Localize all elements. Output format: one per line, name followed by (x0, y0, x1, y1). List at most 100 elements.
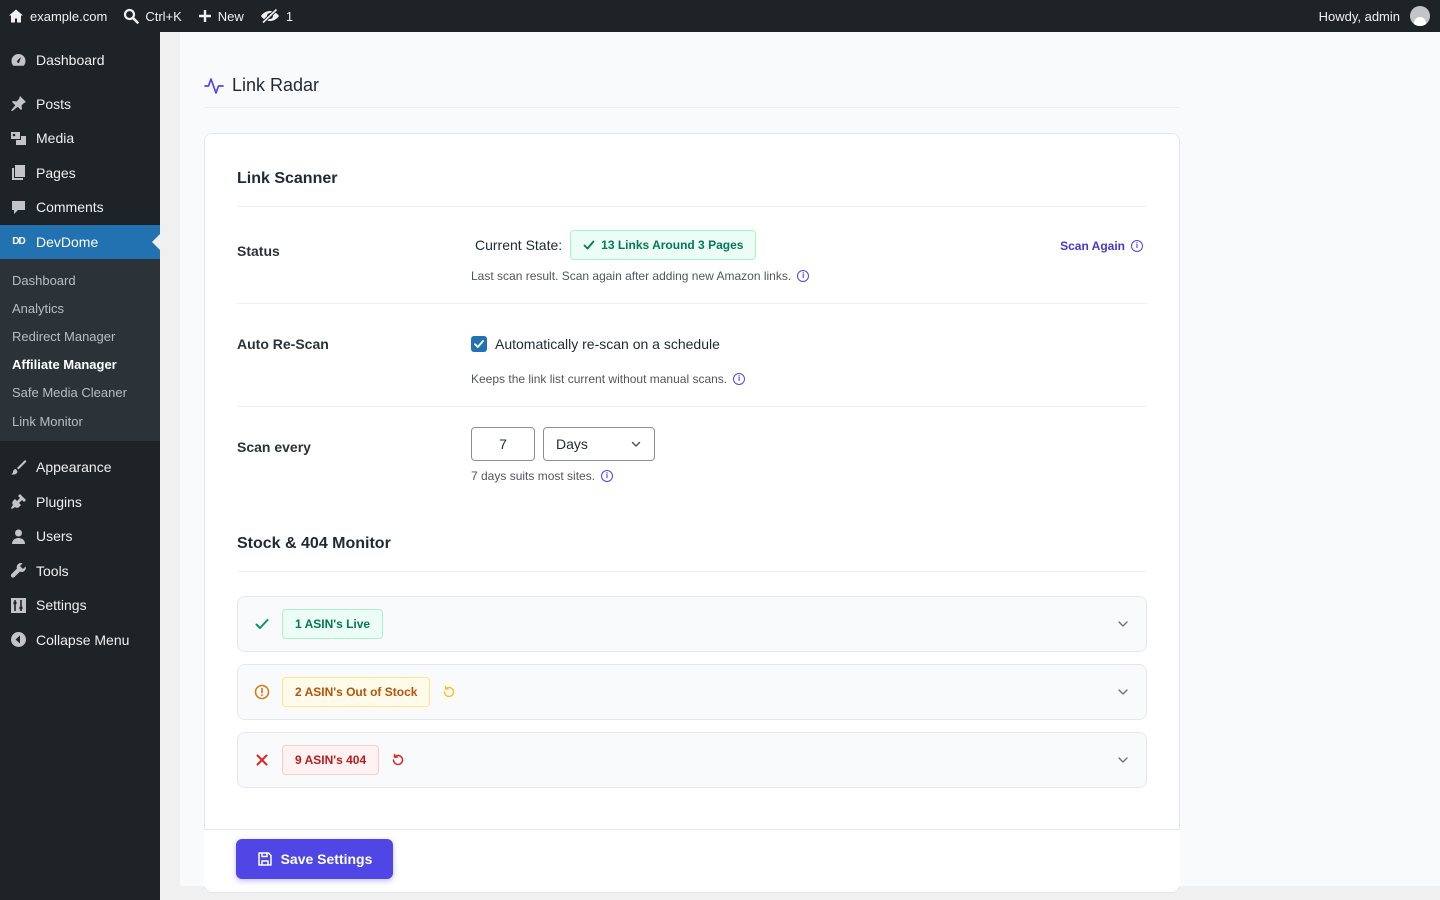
page-title: Link Radar (232, 75, 320, 95)
menu-appearance[interactable]: Appearance (0, 450, 160, 485)
menu-label: DevDome (36, 233, 99, 250)
search-shortcut: Ctrl+K (145, 8, 182, 24)
accordion-out-of-stock[interactable]: 2 ASIN's Out of Stock (237, 664, 1147, 720)
submenu-affiliate-manager[interactable]: Affiliate Manager (0, 351, 160, 379)
scan-interval-input[interactable]: 7 (471, 427, 535, 461)
check-icon (583, 240, 595, 250)
devdome-logo-icon: DD (12, 236, 25, 248)
info-icon[interactable]: i (601, 470, 614, 482)
divider (237, 406, 1147, 407)
menu-label: Media (36, 130, 75, 147)
auto-rescan-option[interactable]: Automatically re-scan on a schedule (471, 336, 720, 352)
menu-users[interactable]: Users (0, 519, 160, 554)
current-state: Current State: 13 Links Around 3 Pages (475, 230, 757, 260)
plugin-icon (10, 493, 27, 510)
save-settings-label: Save Settings (280, 851, 373, 867)
howdy-text: Howdy, admin (1318, 8, 1400, 24)
sticky-footer: Save Settings (204, 829, 1180, 886)
media-icon (10, 130, 27, 147)
not-found-badge: 9 ASIN's 404 (282, 745, 380, 775)
menu-settings[interactable]: Settings (0, 588, 160, 623)
site-name-link[interactable]: example.com (0, 0, 115, 32)
save-settings-button[interactable]: Save Settings (236, 839, 393, 879)
menu-label: Users (36, 528, 73, 545)
hidden-items-toggle[interactable]: 1 (252, 0, 301, 32)
out-of-stock-badge: 2 ASIN's Out of Stock (282, 677, 431, 707)
menu-label: Dashboard (36, 52, 105, 69)
menu-posts[interactable]: Posts (0, 87, 160, 122)
eye-slash-icon (260, 8, 279, 24)
menu-label: Tools (36, 562, 69, 579)
scan-result-badge: 13 Links Around 3 Pages (570, 230, 757, 260)
accordion-live[interactable]: 1 ASIN's Live (237, 596, 1147, 652)
scan-interval-unit-select[interactable]: Days (543, 427, 655, 461)
hidden-count: 1 (285, 8, 294, 24)
new-content-button[interactable]: New (190, 0, 252, 32)
info-icon[interactable]: i (1131, 240, 1143, 252)
menu-label: Comments (36, 199, 104, 216)
submenu-analytics[interactable]: Analytics (0, 294, 160, 322)
accordion-404[interactable]: 9 ASIN's 404 (237, 732, 1147, 788)
checkmark-icon (474, 340, 484, 348)
current-state-label: Current State: (475, 237, 563, 253)
pages-icon (10, 164, 27, 181)
scan-again-label: Scan Again (1060, 239, 1125, 253)
auto-rescan-checkbox[interactable] (471, 336, 487, 352)
info-icon[interactable]: i (797, 270, 810, 282)
select-value: Days (556, 436, 588, 452)
scan-every-label: Scan every (237, 439, 311, 455)
admin-bar: example.com Ctrl+K New 1 Howdy, admin (0, 0, 1440, 32)
menu-label: Appearance (36, 459, 112, 476)
menu-comments[interactable]: Comments (0, 190, 160, 225)
plus-icon (198, 10, 211, 22)
refresh-icon[interactable] (391, 753, 405, 767)
info-icon[interactable]: i (733, 373, 746, 385)
submenu-dashboard[interactable]: Dashboard (0, 266, 160, 294)
divider (237, 303, 1147, 304)
new-label: New (217, 8, 244, 24)
scan-again-button[interactable]: Scan Again i (1060, 239, 1143, 253)
home-icon (9, 9, 23, 23)
site-name: example.com (30, 8, 108, 24)
command-search[interactable]: Ctrl+K (115, 0, 189, 32)
link-scanner-title: Link Scanner (237, 170, 338, 187)
chevron-down-icon (631, 441, 641, 447)
auto-rescan-label: Auto Re-Scan (237, 336, 329, 352)
scan-result-text: 13 Links Around 3 Pages (601, 238, 744, 252)
menu-pages[interactable]: Pages (0, 156, 160, 191)
page-header: Link Radar (204, 74, 1180, 108)
activity-pulse-icon (204, 77, 224, 94)
chevron-down-icon (1118, 689, 1128, 695)
menu-tools[interactable]: Tools (0, 554, 160, 589)
submenu-redirect-manager[interactable]: Redirect Manager (0, 322, 160, 350)
scan-every-help: 7 days suits most sites. i (471, 469, 614, 483)
comment-icon (10, 199, 27, 216)
devdome-submenu: Dashboard Analytics Redirect Manager Aff… (0, 259, 160, 442)
submenu-link-monitor[interactable]: Link Monitor (0, 407, 160, 435)
settings-icon (10, 597, 27, 614)
alert-circle-icon (254, 684, 270, 700)
live-badge: 1 ASIN's Live (282, 609, 384, 639)
status-help: Last scan result. Scan again after addin… (471, 269, 810, 283)
menu-plugins[interactable]: Plugins (0, 485, 160, 520)
menu-dashboard[interactable]: Dashboard (0, 43, 160, 78)
scan-every-help-text: 7 days suits most sites. (471, 469, 596, 483)
submenu-safe-media-cleaner[interactable]: Safe Media Cleaner (0, 379, 160, 407)
refresh-icon[interactable] (442, 685, 456, 699)
chevron-down-icon (1118, 757, 1128, 763)
divider (237, 571, 1147, 572)
account-menu[interactable]: Howdy, admin (1311, 0, 1440, 32)
avatar (1410, 6, 1430, 26)
auto-rescan-help-text: Keeps the link list current without manu… (471, 372, 728, 386)
menu-label: Collapse Menu (36, 631, 130, 648)
stock-monitor-title: Stock & 404 Monitor (237, 535, 391, 552)
chevron-down-icon (1118, 621, 1128, 627)
menu-media[interactable]: Media (0, 121, 160, 156)
menu-devdome[interactable]: DD DevDome (0, 224, 160, 259)
user-icon (10, 528, 27, 545)
divider (237, 206, 1147, 207)
collapse-menu-button[interactable]: Collapse Menu (0, 623, 160, 658)
menu-label: Plugins (36, 493, 82, 510)
status-label: Status (237, 243, 280, 259)
auto-rescan-checkbox-label: Automatically re-scan on a schedule (495, 336, 720, 352)
